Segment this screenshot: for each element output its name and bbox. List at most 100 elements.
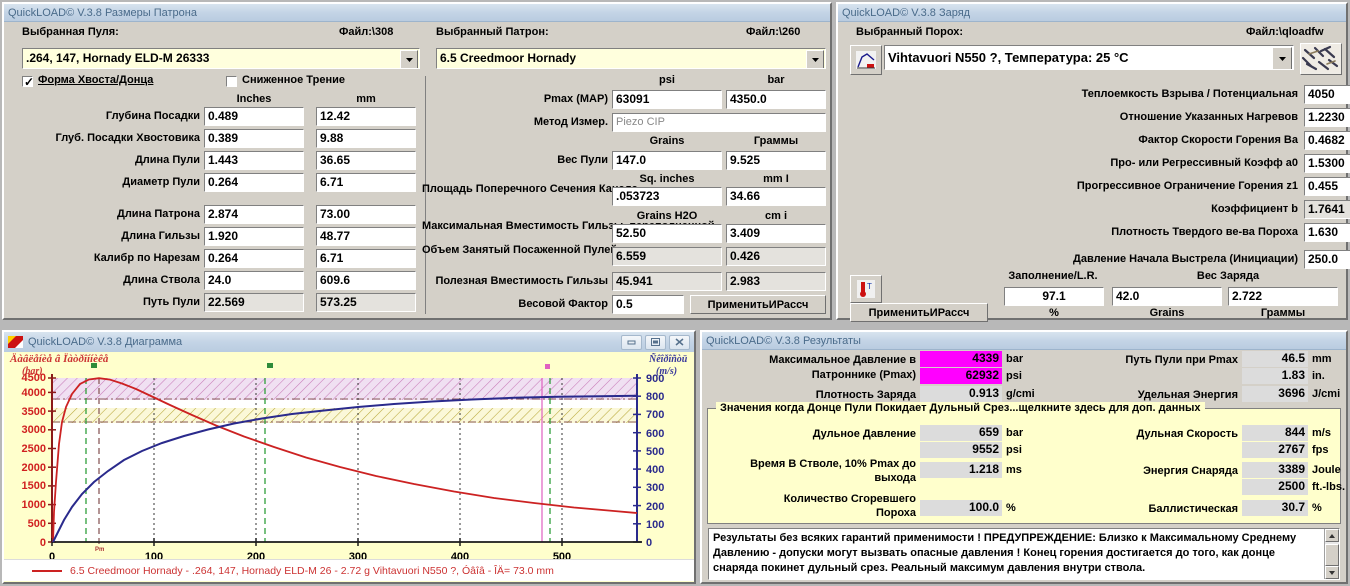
- svg-text:4000: 4000: [22, 387, 46, 399]
- svg-text:0: 0: [40, 537, 46, 549]
- pmax-annotation: Pm: [95, 547, 104, 553]
- value-muzzle-velocity-fps: 2767: [1242, 442, 1308, 458]
- field-usable-capacity-grains: 45.941: [612, 272, 722, 291]
- column-header-grains: Grains: [649, 135, 685, 147]
- field-burning-rate-factor[interactable]: 0.4682: [1304, 131, 1350, 150]
- bullet-file-label: Файл:\308: [339, 26, 394, 38]
- unit-max-pressure-bar: bar: [1006, 353, 1024, 365]
- field-cartridge-length-inches[interactable]: 2.874: [204, 205, 304, 224]
- field-start-pressure[interactable]: 250.0: [1304, 250, 1350, 269]
- row-label-bullet-length: Длина Пули: [134, 154, 200, 166]
- value-travel-at-pmax-in: 1.83: [1242, 368, 1308, 384]
- warning-text: Результаты без всяких гарантий применимо…: [713, 532, 1297, 574]
- field-case-capacity-grains[interactable]: 52.50: [612, 224, 722, 243]
- powder-grain-image: [1300, 43, 1342, 75]
- powder-file-label: Файл:\qloadfw: [1246, 26, 1324, 38]
- column-header-cm3: cm i: [764, 210, 787, 222]
- field-fill-ratio[interactable]: 97.1: [1004, 287, 1104, 306]
- field-pmax-bar[interactable]: 4350.0: [726, 90, 826, 109]
- field-boattail-seating-depth-mm[interactable]: 9.88: [316, 129, 416, 148]
- field-groove-caliber-inches[interactable]: 0.264: [204, 249, 304, 268]
- row-label-barrel-length: Длина Ствола: [123, 274, 200, 286]
- scroll-up-icon[interactable]: [1325, 529, 1339, 542]
- field-pmax-psi[interactable]: 63091: [612, 90, 722, 109]
- scrollbar-thumb[interactable]: [1325, 544, 1339, 566]
- cartridge-select[interactable]: 6.5 Creedmoor Hornady: [436, 48, 826, 69]
- field-seating-depth-mm[interactable]: 12.42: [316, 107, 416, 126]
- powder-window-titlebar: QuickLOAD© V.3.8 Заряд: [838, 4, 1346, 22]
- field-weight-factor[interactable]: 0.5: [612, 295, 684, 314]
- field-seating-depth-inches[interactable]: 0.489: [204, 107, 304, 126]
- field-bullet-length-inches[interactable]: 1.443: [204, 151, 304, 170]
- chart-legend: 6.5 Creedmoor Hornady - .264, 147, Horna…: [4, 559, 694, 581]
- chart-plot-area[interactable]: 0 500 1000 1500 2000 2500 3000 3500 4000…: [4, 352, 694, 582]
- legend-line-swatch: [32, 569, 62, 572]
- field-groove-caliber-mm[interactable]: 6.71: [316, 249, 416, 268]
- field-specific-heat-ratio[interactable]: 1.2230: [1304, 108, 1350, 127]
- results-window-titlebar: QuickLOAD© V.3.8 Результаты: [702, 332, 1346, 350]
- field-boattail-seating-depth-inches[interactable]: 0.389: [204, 129, 304, 148]
- column-header-inches: Inches: [236, 93, 272, 105]
- field-measurement-method[interactable]: Piezo CIP: [612, 113, 826, 132]
- warning-textbox[interactable]: Результаты без всяких гарантий применимо…: [708, 528, 1340, 580]
- powder-apply-calc-button[interactable]: ПрименитьИРассч: [850, 303, 988, 322]
- boattail-checkbox-label: Форма Хвоста/Донца: [38, 74, 154, 86]
- temperature-icon[interactable]: T: [850, 275, 882, 303]
- field-cartridge-length-mm[interactable]: 73.00: [316, 205, 416, 224]
- field-progressive-burn-limit-z1[interactable]: 0.455: [1304, 177, 1350, 196]
- svg-text:1000: 1000: [22, 499, 46, 511]
- field-progressive-coeff-a0[interactable]: 1.5300: [1304, 154, 1350, 173]
- label-progressive-burn-limit-z1: Прогрессивное Ограничение Горения z1: [1076, 180, 1298, 192]
- chart-window-title: QuickLOAD© V.3.8 Диаграмма: [28, 336, 183, 348]
- bullet-select-chevron-down-icon[interactable]: [400, 50, 418, 68]
- unit-muzzle-velocity-fps: fps: [1312, 444, 1329, 456]
- warning-scrollbar[interactable]: [1324, 529, 1339, 579]
- field-bullet-weight-grams[interactable]: 9.525: [726, 151, 826, 170]
- label-coefficient-b: Коэффициент b: [1211, 203, 1298, 215]
- close-icon[interactable]: [669, 334, 690, 350]
- field-case-length-inches[interactable]: 1.920: [204, 227, 304, 246]
- bullet-select[interactable]: .264, 147, Hornady ELD-M 26333: [22, 48, 420, 69]
- field-barrel-length-mm[interactable]: 609.6: [316, 271, 416, 290]
- value-barrel-time: 1.218: [920, 462, 1002, 478]
- field-bullet-length-mm[interactable]: 36.65: [316, 151, 416, 170]
- label-bullet-weight: Вес Пули: [557, 154, 608, 166]
- field-case-length-mm[interactable]: 48.77: [316, 227, 416, 246]
- unit-travel-in: in.: [1312, 370, 1325, 382]
- field-bullet-weight-grains[interactable]: 147.0: [612, 151, 722, 170]
- powder-select-chevron-down-icon[interactable]: [1272, 47, 1292, 69]
- cartridge-select-chevron-down-icon[interactable]: [806, 50, 824, 68]
- label-measurement-method: Метод Измер.: [533, 116, 608, 128]
- label-travel-at-pmax: Путь Пули при Pmax: [1125, 354, 1238, 366]
- field-bullet-diameter-mm[interactable]: 6.71: [316, 173, 416, 192]
- powder-select[interactable]: Vihtavuori N550 ?, Температура: 25 °C: [884, 45, 1294, 70]
- field-charge-weight-grains[interactable]: 42.0: [1112, 287, 1222, 306]
- value-max-pressure-bar: 4339: [920, 351, 1002, 367]
- svg-text:2000: 2000: [22, 462, 46, 474]
- row-label-bullet-diameter: Диаметр Пули: [122, 176, 200, 188]
- field-powder-solid-density[interactable]: 1.630: [1304, 223, 1350, 242]
- muzzle-values-group-legend[interactable]: Значения когда Донце Пули Покидает Дульн…: [716, 402, 1205, 414]
- label-ballistic-efficiency: Баллистическая: [1148, 503, 1238, 515]
- field-bore-area-sqin[interactable]: .053723: [612, 187, 722, 206]
- field-explosion-heat[interactable]: 4050: [1304, 85, 1350, 104]
- scroll-down-icon[interactable]: [1325, 566, 1339, 579]
- field-case-capacity-cm3[interactable]: 3.409: [726, 224, 826, 243]
- label-usable-capacity: Полезная Вместимость Гильзы: [435, 275, 608, 287]
- field-barrel-length-inches[interactable]: 24.0: [204, 271, 304, 290]
- field-bullet-diameter-inches[interactable]: 0.264: [204, 173, 304, 192]
- svg-text:500: 500: [28, 518, 46, 530]
- chart-y-right-label: Ñêîðîñòü: [648, 353, 688, 365]
- boattail-checkbox[interactable]: ✓: [22, 75, 34, 89]
- field-charge-weight-grams[interactable]: 2.722: [1228, 287, 1338, 306]
- friction-checkbox[interactable]: [226, 76, 237, 87]
- label-bore-area: Площадь Поперечного Сечения Канала: [422, 183, 638, 195]
- cartridge-file-label: Файл:\260: [746, 26, 801, 38]
- cartridge-apply-calc-button[interactable]: ПрименитьИРассч: [690, 295, 826, 314]
- field-bore-area-mm2[interactable]: 34.66: [726, 187, 826, 206]
- scrollbar-track[interactable]: [1325, 542, 1339, 566]
- minimize-icon[interactable]: [621, 334, 642, 350]
- powder-burn-rate-icon[interactable]: [850, 45, 882, 75]
- cartridge-window-titlebar: QuickLOAD© V.3.8 Размеры Патрона: [4, 4, 830, 22]
- maximize-icon[interactable]: [645, 334, 666, 350]
